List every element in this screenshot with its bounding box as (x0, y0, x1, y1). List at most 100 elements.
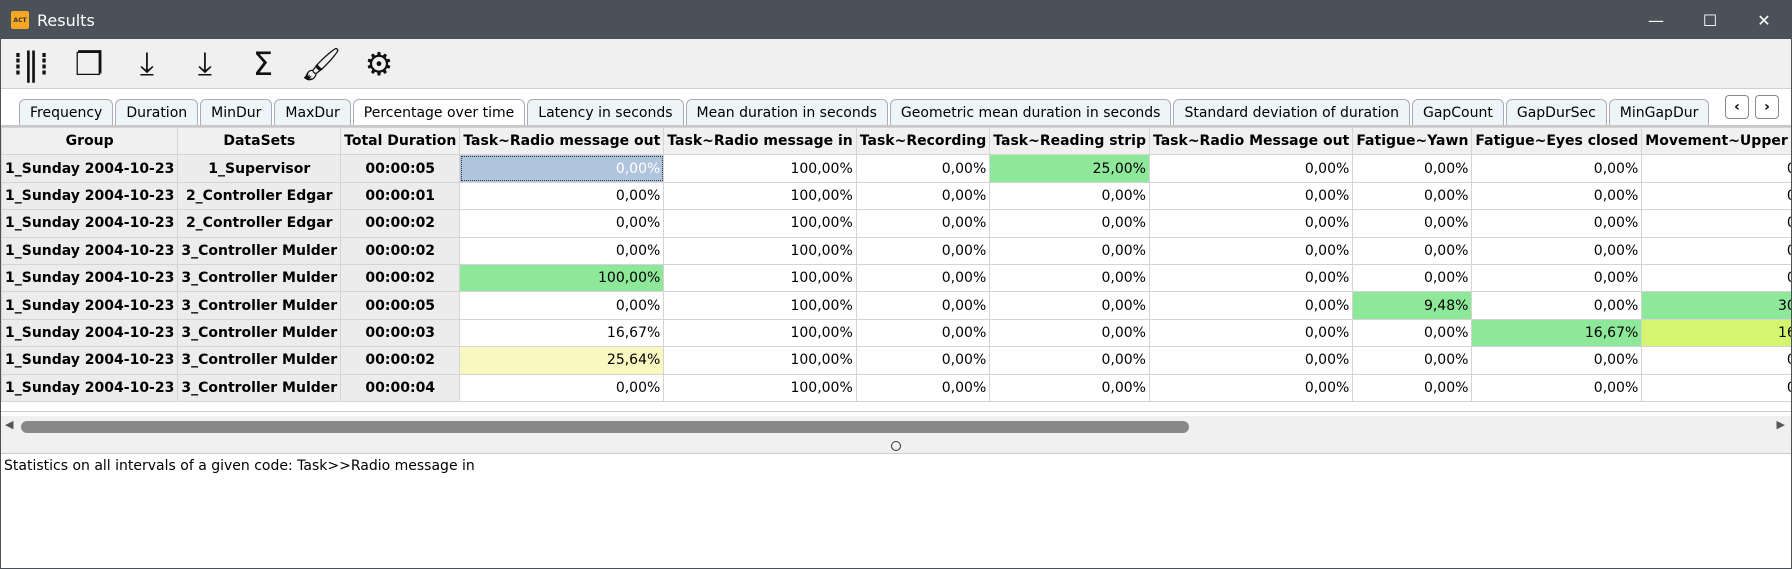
table-row[interactable]: 1_Sunday 2004-10-23 2_Controller Edgar 00:… (1, 181, 1791, 211)
table-row[interactable]: 1_Sunday 2004-10-23 2_Controller Edgar 00:… (1, 209, 1791, 238)
column-header[interactable]: Group (1, 127, 179, 156)
table-cell[interactable]: 00:00:02 (340, 209, 461, 238)
table-cell[interactable]: 0,00% (855, 318, 991, 348)
table-cell[interactable]: 0,00% (989, 263, 1150, 293)
table-cell[interactable]: 100,00% (663, 236, 857, 265)
table-cell[interactable]: 16,67% (1471, 318, 1643, 348)
table-cell[interactable]: 0,00% (855, 236, 991, 265)
brush-icon[interactable]: 🖌 (301, 44, 342, 84)
table-cell[interactable]: 1_Sunday 2004-10-23 (1, 318, 179, 348)
export-xls-icon[interactable]: ⤓ (185, 44, 225, 84)
table-cell[interactable]: 0,00% (459, 291, 665, 320)
table-cell[interactable]: 2_Controller Edgar (177, 181, 342, 211)
table-cell[interactable]: 1_Sunday 2004-10-23 (1, 263, 179, 293)
table-cell[interactable]: 100,00% (663, 291, 857, 320)
table-cell[interactable]: 0,00% (1148, 318, 1354, 348)
table-cell[interactable]: 0,00% (1148, 209, 1354, 238)
table-cell[interactable]: 0,00% (1148, 346, 1354, 375)
table-cell[interactable]: 00:00:03 (340, 318, 461, 348)
scroll-right-arrow-icon[interactable]: ▶ (1777, 418, 1785, 431)
table-cell[interactable]: 0,00% (855, 291, 991, 320)
column-header[interactable]: Movement~Upper body (1641, 127, 1791, 156)
column-header[interactable]: Task~Recording (855, 127, 991, 156)
settings-gear-icon[interactable]: ⚙ (359, 44, 399, 84)
table-cell[interactable]: 3_Controller Mulder (177, 236, 342, 265)
table-cell[interactable]: 1_Sunday 2004-10-23 (1, 181, 179, 211)
table-cell[interactable]: 0,00% (989, 291, 1150, 320)
table-row[interactable]: 1_Sunday 2004-10-23 3_Controller Mulder 00… (1, 263, 1791, 293)
table-cell[interactable]: 100,00% (663, 209, 857, 238)
table-cell[interactable]: 0,00% (1641, 236, 1791, 265)
column-resize-icon[interactable]: ⁞‖⁞ (11, 44, 51, 84)
table-cell[interactable]: 0,00% (1148, 263, 1354, 293)
table-cell[interactable]: 0,00% (1148, 154, 1354, 183)
tab-frequency[interactable]: Frequency (19, 99, 114, 125)
table-cell[interactable]: 0,00% (1471, 209, 1643, 238)
table-cell[interactable]: 0,00% (855, 154, 991, 183)
table-cell[interactable]: 0,00% (1352, 181, 1473, 211)
table-cell[interactable]: 0,00% (1352, 154, 1473, 183)
table-row[interactable]: 1_Sunday 2004-10-23 3_Controller Mulder 00… (1, 291, 1791, 320)
table-cell[interactable]: 0,00% (1148, 291, 1354, 320)
table-cell[interactable]: 100,00% (663, 263, 857, 293)
table-row[interactable]: 1_Sunday 2004-10-23 3_Controller Mulder 00… (1, 236, 1791, 265)
table-cell[interactable]: 0,00% (989, 209, 1150, 238)
table-cell[interactable]: 00:00:02 (340, 236, 461, 265)
table-cell[interactable]: 0,00% (1641, 346, 1791, 375)
tab-latency-in-seconds[interactable]: Latency in seconds (527, 99, 684, 125)
table-cell[interactable]: 3_Controller Mulder (177, 346, 342, 375)
table-cell[interactable]: 16,67% (1641, 318, 1791, 348)
table-cell[interactable]: 0,00% (1641, 373, 1791, 402)
table-cell[interactable]: 00:00:04 (340, 373, 461, 402)
table-cell[interactable]: 25,64% (459, 346, 665, 375)
column-header[interactable]: Fatigue~Eyes closed (1471, 127, 1643, 156)
table-cell[interactable]: 1_Sunday 2004-10-23 (1, 154, 179, 183)
table-cell[interactable]: 0,00% (459, 181, 665, 211)
sum-icon[interactable]: Σ (243, 44, 283, 84)
table-cell[interactable]: 100,00% (663, 346, 857, 375)
table-cell[interactable]: 0,00% (989, 373, 1150, 402)
table-cell[interactable]: 3_Controller Mulder (177, 373, 342, 402)
tab-mingapdur[interactable]: MinGapDur (1608, 99, 1710, 125)
table-cell[interactable]: 0,00% (855, 263, 991, 293)
table-cell[interactable]: 0,00% (1352, 263, 1473, 293)
table-cell[interactable]: 0,00% (855, 346, 991, 375)
scrollbar-thumb[interactable] (21, 421, 1189, 433)
table-cell[interactable]: 0,00% (1471, 373, 1643, 402)
tab-maxdur[interactable]: MaxDur (274, 99, 351, 125)
table-cell[interactable]: 0,00% (855, 209, 991, 238)
table-cell[interactable]: 0,00% (1471, 236, 1643, 265)
table-cell[interactable]: 0,00% (1148, 181, 1354, 211)
table-cell[interactable]: 3_Controller Mulder (177, 263, 342, 293)
table-cell[interactable]: 0,00% (1641, 263, 1791, 293)
tab-scroll-right-button[interactable]: › (1755, 95, 1779, 119)
table-cell[interactable]: 100,00% (459, 263, 665, 293)
table-cell[interactable]: 0,00% (1148, 373, 1354, 402)
table-cell[interactable]: 25,00% (989, 154, 1150, 183)
table-cell[interactable]: 0,00% (1352, 373, 1473, 402)
table-cell[interactable]: 0,00% (1471, 154, 1643, 183)
table-cell[interactable]: 0,00% (1352, 236, 1473, 265)
table-cell[interactable]: 0,00% (989, 236, 1150, 265)
table-cell[interactable]: 00:00:02 (340, 263, 461, 293)
table-cell[interactable]: 0,00% (1471, 346, 1643, 375)
scroll-left-arrow-icon[interactable]: ◀ (5, 418, 13, 431)
table-cell[interactable]: 0,00% (1148, 236, 1354, 265)
table-cell[interactable]: 0,00% (1352, 209, 1473, 238)
table-cell[interactable]: 0,00% (855, 373, 991, 402)
splitter-handle[interactable] (1, 438, 1791, 454)
table-row[interactable]: 1_Sunday 2004-10-23 3_Controller Mulder 00… (1, 373, 1791, 402)
column-header[interactable]: Total Duration (340, 127, 461, 156)
table-cell[interactable]: 00:00:05 (340, 291, 461, 320)
table-cell[interactable]: 1_Supervisor (177, 154, 342, 183)
minimize-button[interactable]: — (1629, 1, 1683, 39)
tab-percentage-over-time[interactable]: Percentage over time (352, 99, 526, 125)
table-row[interactable]: 1_Sunday 2004-10-23 3_Controller Mulder 00… (1, 318, 1791, 348)
table-cell[interactable]: 1_Sunday 2004-10-23 (1, 236, 179, 265)
table-cell[interactable]: 0,00% (1641, 154, 1791, 183)
table-cell[interactable]: 1_Sunday 2004-10-23 (1, 291, 179, 320)
table-cell[interactable]: 00:00:02 (340, 346, 461, 375)
table-cell[interactable]: 0,00% (989, 318, 1150, 348)
table-cell[interactable]: 3_Controller Mulder (177, 291, 342, 320)
close-button[interactable]: ✕ (1737, 1, 1791, 39)
